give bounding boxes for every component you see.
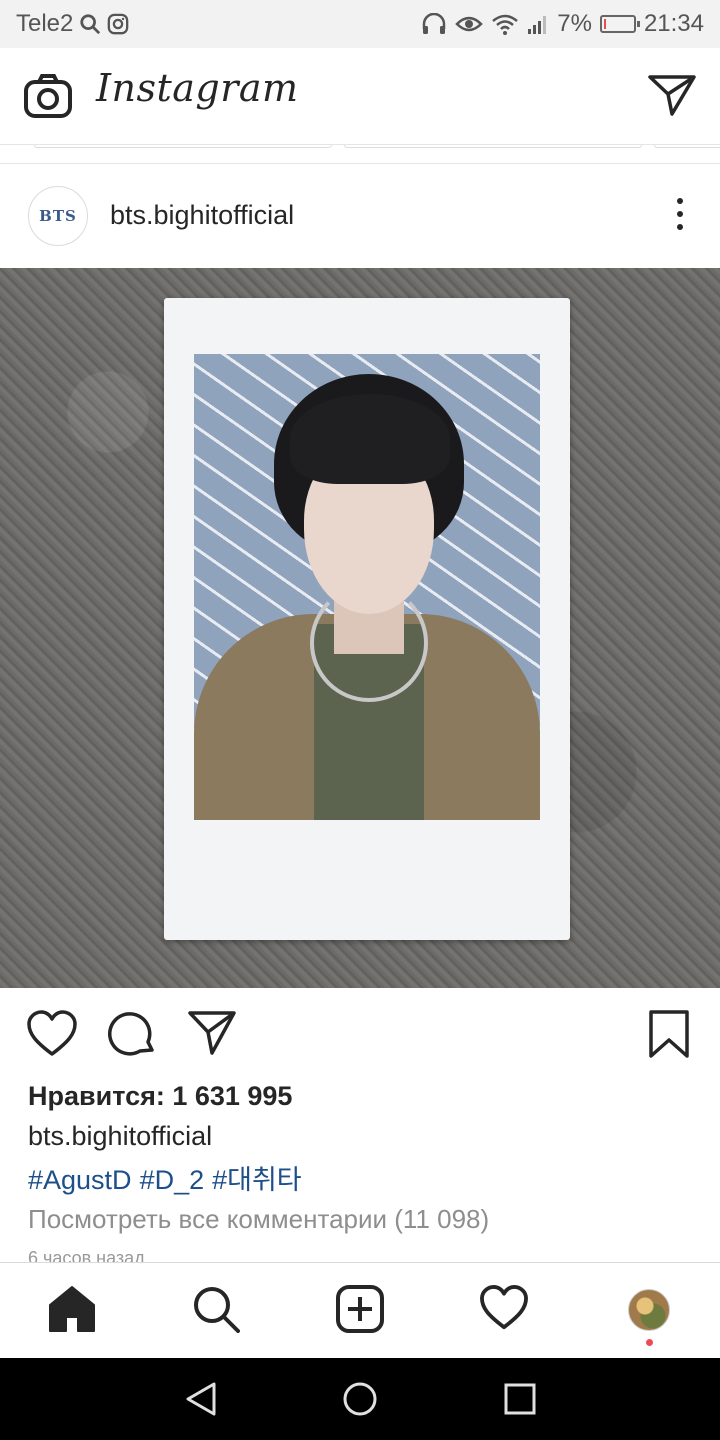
headphones-icon <box>423 13 446 34</box>
likes-count[interactable]: Нравится: 1 631 995 <box>28 1081 292 1112</box>
camera-icon[interactable] <box>24 74 72 118</box>
bookmark-icon[interactable] <box>648 1010 690 1058</box>
recents-icon[interactable] <box>504 1383 536 1415</box>
add-post-icon[interactable] <box>336 1285 384 1333</box>
profile-avatar[interactable] <box>628 1289 670 1331</box>
comment-icon[interactable] <box>108 1010 156 1058</box>
search-icon[interactable] <box>192 1285 240 1333</box>
home-icon[interactable] <box>48 1285 96 1333</box>
polaroid-photo <box>194 354 540 820</box>
instagram-icon <box>108 13 129 35</box>
story-item[interactable] <box>344 145 642 148</box>
post-header: BTS bts.bighitofficial <box>0 164 720 268</box>
android-nav-bar <box>0 1358 720 1440</box>
polaroid-frame <box>164 298 570 940</box>
activity-heart-icon[interactable] <box>479 1285 529 1331</box>
story-item[interactable] <box>34 145 332 148</box>
battery-percent: 7% <box>557 10 592 37</box>
caption-hashtags: #AgustD #D_2 #대취타 <box>28 1158 310 1197</box>
battery-icon <box>599 15 640 33</box>
direct-send-icon[interactable] <box>648 74 696 116</box>
status-carrier: Tele2 <box>16 10 129 38</box>
heart-icon[interactable] <box>26 1010 78 1058</box>
carrier-name: Tele2 <box>16 10 74 37</box>
instagram-logo: Instagram <box>96 66 299 110</box>
post-username[interactable]: bts.bighitofficial <box>110 200 294 231</box>
hashtag-link[interactable]: #대취타 <box>212 1165 302 1195</box>
share-icon[interactable] <box>188 1010 236 1056</box>
hashtag-link[interactable]: #AgustD <box>28 1165 132 1195</box>
bottom-nav <box>0 1262 720 1359</box>
notification-dot <box>646 1339 653 1346</box>
post-actions <box>0 988 720 1078</box>
post-timestamp: 6 часов назад <box>28 1248 145 1262</box>
app-header: Instagram <box>0 48 720 145</box>
hashtag-link[interactable]: #D_2 <box>140 1165 205 1195</box>
post-image[interactable] <box>0 268 720 988</box>
wifi-icon <box>492 14 519 35</box>
home-circle-icon[interactable] <box>342 1381 378 1417</box>
view-all-comments-link[interactable]: Посмотреть все комментарии (11 098) <box>28 1204 489 1235</box>
status-bar: Tele2 7% 21:34 <box>0 0 720 48</box>
story-item[interactable] <box>654 145 720 148</box>
signal-icon <box>528 16 547 34</box>
battery-fill <box>603 19 606 29</box>
search-icon <box>80 14 101 35</box>
status-time: 21:34 <box>643 10 704 37</box>
status-right: 7% 21:34 <box>421 10 704 38</box>
post-avatar[interactable]: BTS <box>28 186 88 246</box>
caption-username[interactable]: bts.bighitofficial <box>28 1121 212 1152</box>
eye-icon <box>455 16 484 32</box>
back-icon[interactable] <box>184 1382 218 1416</box>
profile-tab[interactable] <box>628 1289 670 1346</box>
stories-tray-peek[interactable] <box>0 145 720 164</box>
more-options-icon[interactable] <box>676 198 684 234</box>
